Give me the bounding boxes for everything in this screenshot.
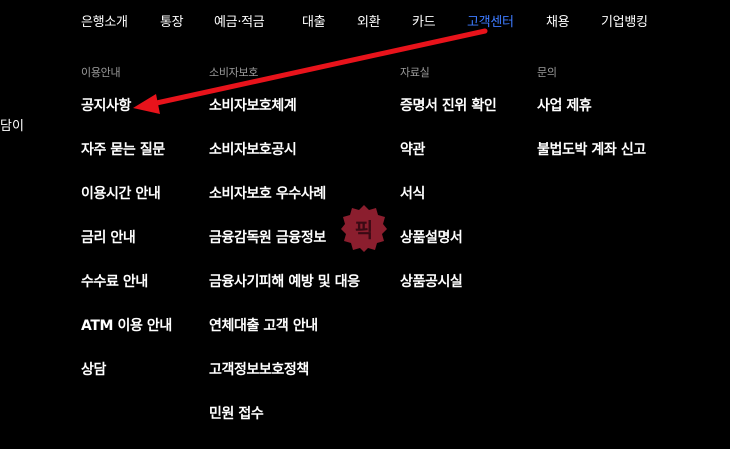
- nav-item-cards[interactable]: 카드: [412, 11, 436, 30]
- nav-item-accounts[interactable]: 통장: [160, 11, 184, 30]
- menu-link-protection-cases[interactable]: 소비자보호 우수사례: [209, 184, 360, 228]
- menu-link-privacy-policy[interactable]: 고객정보보호정책: [209, 360, 360, 404]
- menu-link-protection-system[interactable]: 소비자보호체계: [209, 96, 360, 140]
- column-heading: 자료실: [400, 66, 430, 79]
- menu-link-hours[interactable]: 이용시간 안내: [81, 184, 172, 228]
- menu-link-partnership[interactable]: 사업 제휴: [537, 96, 646, 140]
- menu-column-resources: 자료실 증명서 진위 확인 약관 서식 상품설명서 상품공시실: [400, 64, 497, 316]
- menu-link-forms[interactable]: 서식: [400, 184, 496, 228]
- menu-link-product-description[interactable]: 상품설명서: [400, 228, 496, 272]
- column-heading: 문의: [537, 66, 557, 79]
- nav-item-bank-intro[interactable]: 은행소개: [81, 11, 128, 30]
- menu-link-certificate-verify[interactable]: 증명서 진위 확인: [400, 96, 497, 140]
- menu-link-fees[interactable]: 수수료 안내: [81, 272, 172, 316]
- nav-item-customer-center[interactable]: 고객센터: [467, 11, 514, 30]
- menu-link-fraud-prevention[interactable]: 금융사기피해 예방 및 대응: [209, 272, 360, 316]
- nav-item-careers[interactable]: 채용: [546, 11, 570, 30]
- menu-link-complaints[interactable]: 민원 접수: [209, 404, 360, 448]
- menu-link-atm[interactable]: ATM 이용 안내: [81, 316, 172, 360]
- menu-link-consultation[interactable]: 상담: [81, 360, 172, 404]
- menu-link-protection-disclosure[interactable]: 소비자보호공시: [209, 140, 360, 184]
- column-heading: 소비자보호: [209, 66, 259, 79]
- column-heading: 이용안내: [81, 66, 121, 79]
- menu-column-inquiry: 문의 사업 제휴 불법도박 계좌 신고: [537, 64, 646, 184]
- menu-link-notice[interactable]: 공지사항: [81, 96, 172, 140]
- menu-link-terms[interactable]: 약관: [400, 140, 496, 184]
- nav-item-corporate-banking[interactable]: 기업뱅킹: [601, 11, 648, 30]
- side-menu-text[interactable]: 담이: [0, 115, 24, 134]
- menu-link-product-disclosure[interactable]: 상품공시실: [400, 272, 496, 316]
- top-navigation: 은행소개 통장 예금·적금 대출 외환 카드 고객센터 채용 기업뱅킹: [0, 0, 730, 40]
- menu-link-fss-info[interactable]: 금융감독원 금융정보: [209, 228, 360, 272]
- menu-column-usage-guide: 이용안내 공지사항 자주 묻는 질문 이용시간 안내 금리 안내 수수료 안내 …: [81, 64, 172, 404]
- menu-link-faq[interactable]: 자주 묻는 질문: [81, 140, 172, 184]
- watermark-text: 픽: [354, 217, 374, 242]
- menu-column-consumer-protection: 소비자보호 소비자보호체계 소비자보호공시 소비자보호 우수사례 금융감독원 금…: [209, 64, 360, 448]
- nav-item-loans[interactable]: 대출: [302, 11, 326, 30]
- nav-item-deposits[interactable]: 예금·적금: [214, 11, 265, 30]
- menu-link-gambling-report[interactable]: 불법도박 계좌 신고: [537, 140, 646, 184]
- menu-link-overdue-loans[interactable]: 연체대출 고객 안내: [209, 316, 360, 360]
- nav-item-forex[interactable]: 외환: [357, 11, 381, 30]
- menu-link-rates[interactable]: 금리 안내: [81, 228, 172, 272]
